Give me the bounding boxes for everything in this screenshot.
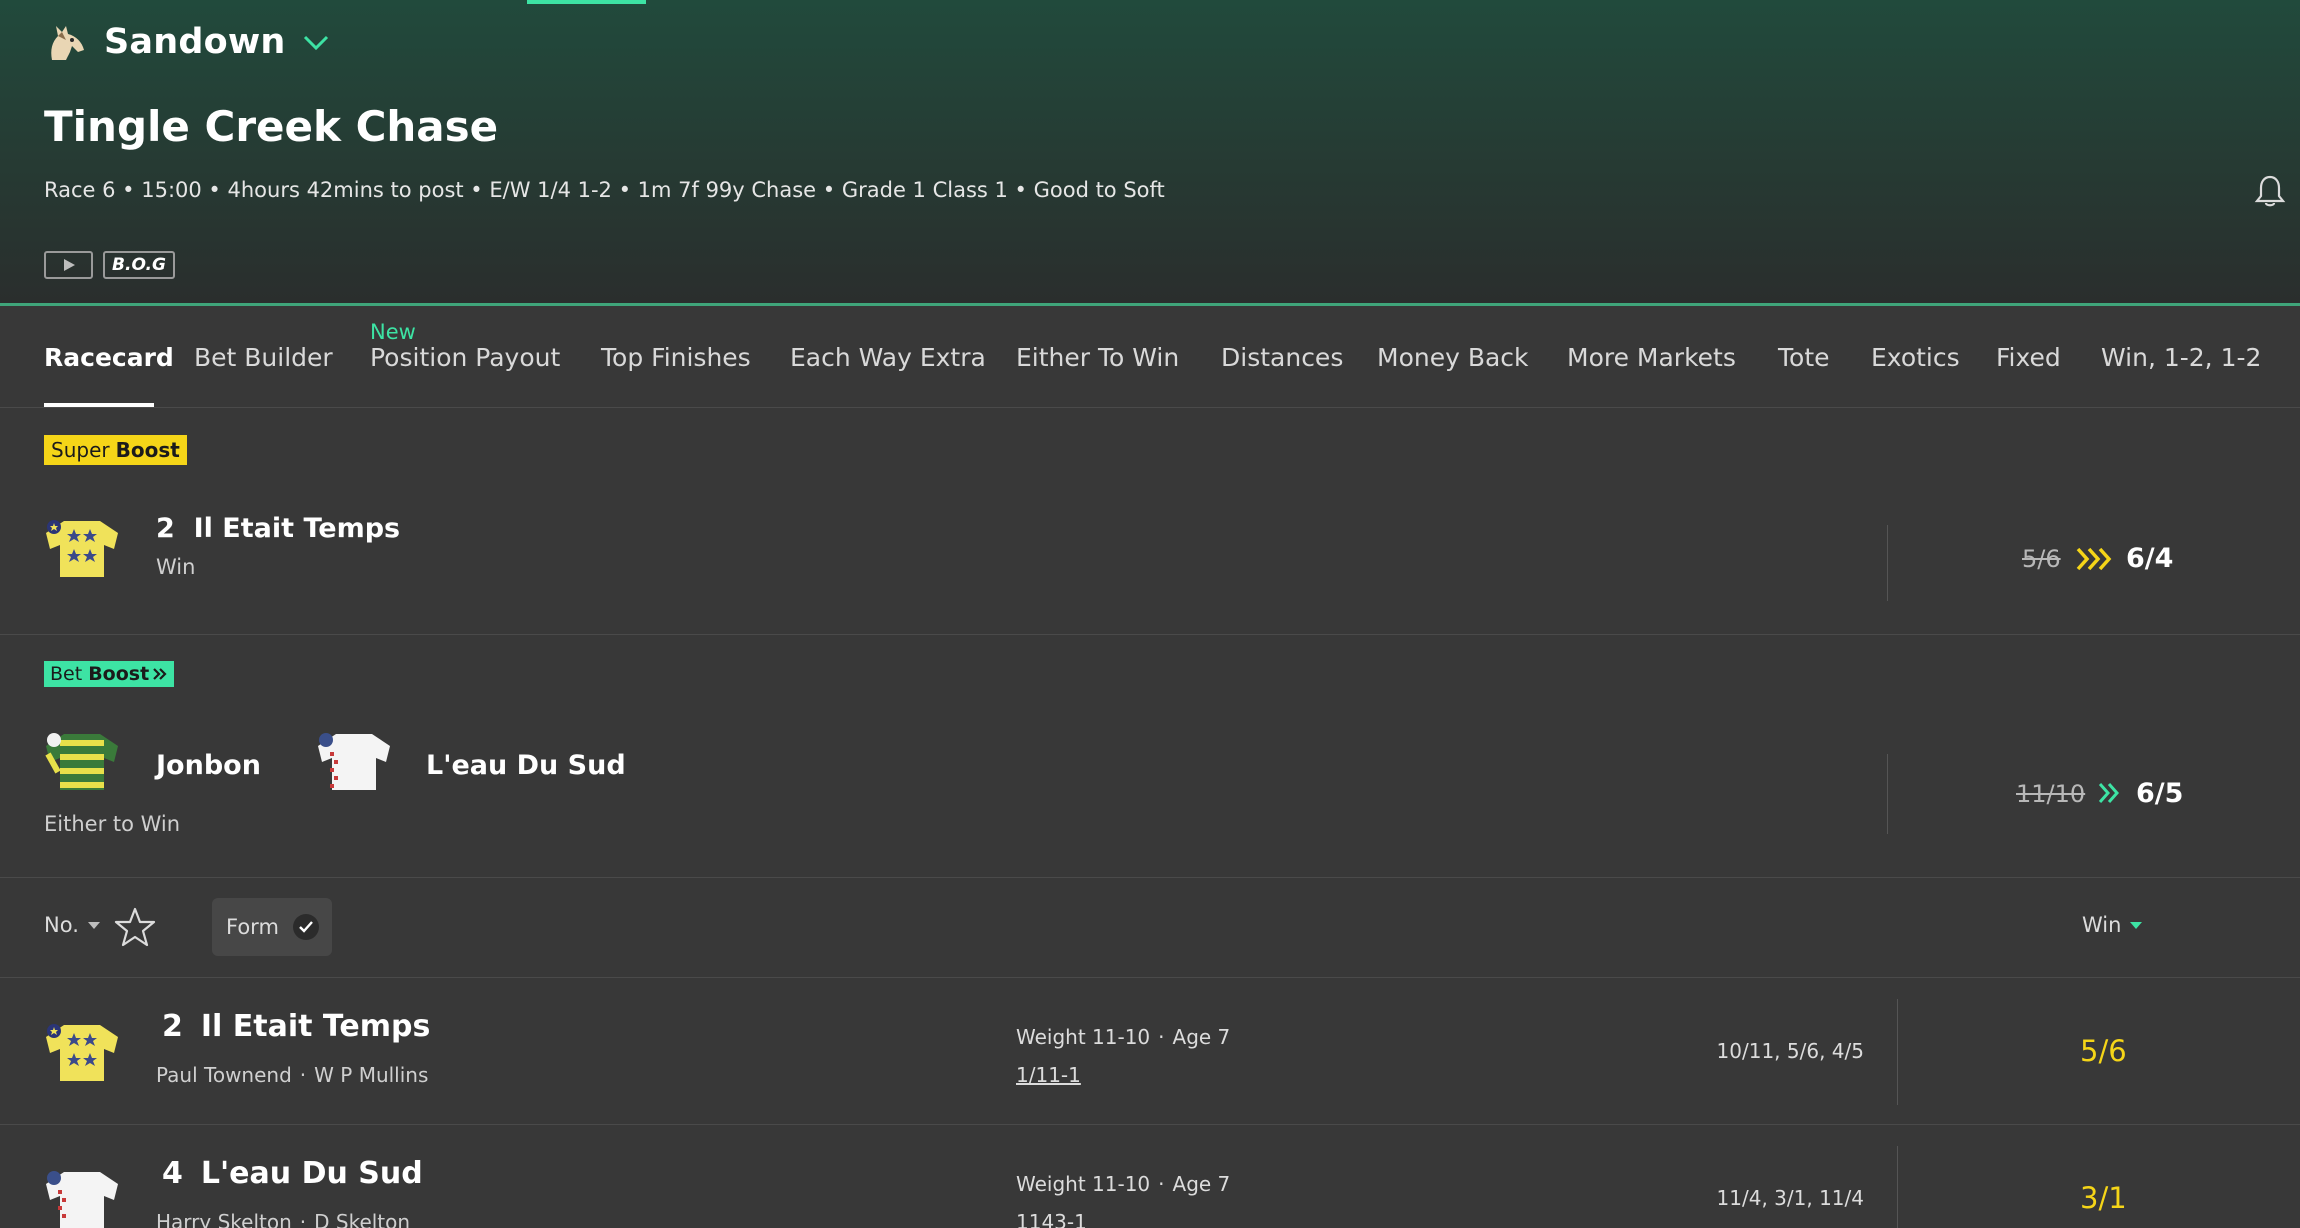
win-sort-dropdown[interactable]: Win <box>2082 913 2143 937</box>
boosted-odds[interactable]: 6/4 <box>2126 543 2173 574</box>
chevron-down-icon <box>303 35 328 51</box>
runner-name-text: Il Etait Temps <box>193 513 401 544</box>
boosted-odds[interactable]: 6/5 <box>2136 778 2183 809</box>
sort-label: No. <box>44 913 79 937</box>
tab-racecard[interactable]: Racecard <box>44 306 174 408</box>
weight-age: Weight 11-10 · Age 7 <box>1016 1172 1231 1196</box>
bet-label-text: Bet <box>50 663 83 685</box>
race-info: Race 6 • 15:00 • 4hours 42mins to post •… <box>44 178 1165 202</box>
runner-row[interactable]: 2 Il Etait Temps Paul Townend · W P Mullins… <box>0 979 2300 1125</box>
bog-badge: B.O.G <box>103 251 175 279</box>
double-chevron-icon <box>153 668 167 680</box>
top-indicator <box>527 0 646 4</box>
boost-label-text: Boost <box>115 438 180 462</box>
jockey-silk-icon <box>46 1171 118 1228</box>
form-figures[interactable]: 1/11-1 <box>1016 1063 1081 1087</box>
tab-position-payout[interactable]: Position Payout <box>370 306 560 408</box>
age: Age 7 <box>1172 1172 1231 1196</box>
tab-each-way-extra[interactable]: Each Way Extra <box>790 306 986 408</box>
form-label: Form <box>226 915 279 939</box>
old-odds: 5/6 <box>2022 545 2061 573</box>
live-stream-badge[interactable] <box>44 251 93 279</box>
win-odds-button[interactable]: 3/1 <box>2080 1181 2127 1215</box>
odds-divider <box>1887 525 1888 601</box>
super-boost-card[interactable]: Super Boost 2 Il Etait Temps Win 5/6 6/4 <box>0 409 2300 635</box>
jockey-silk-icon <box>45 733 118 790</box>
venue-selector[interactable]: Sandown <box>44 16 330 68</box>
jockey-name: Harry Skelton <box>156 1210 292 1228</box>
weight-age: Weight 11-10 · Age 7 <box>1016 1025 1231 1049</box>
bet-boost-arrows-icon <box>2098 783 2120 803</box>
super-boost-label: Super Boost <box>44 435 187 465</box>
win-odds-button[interactable]: 5/6 <box>2080 1034 2127 1068</box>
odds-history: 11/4, 3/1, 11/4 <box>1716 1186 1864 1210</box>
race-header: Sandown Tingle Creek Chase Race 6 • 15:0… <box>0 0 2300 306</box>
weight: Weight 11-10 <box>1016 1172 1151 1196</box>
check-icon <box>292 914 319 940</box>
tab-fixed[interactable]: Fixed <box>1996 306 2061 408</box>
runner-row[interactable]: 4 L'eau Du Sud Harry Skelton · D Skelton We… <box>0 1126 2300 1228</box>
jockey-silk-icon <box>46 520 118 577</box>
caret-down-icon <box>2130 922 2143 929</box>
tab-more-markets[interactable]: More Markets <box>1567 306 1736 408</box>
tab-tote[interactable]: Tote <box>1778 306 1830 408</box>
bet-boost-label: Bet Boost <box>44 661 175 687</box>
runner-number: 2 <box>162 1009 183 1044</box>
race-title: Tingle Creek Chase <box>44 102 499 151</box>
bell-icon[interactable] <box>2254 174 2286 208</box>
runner-a-name: Jonbon <box>156 750 261 781</box>
trainer-name: D Skelton <box>314 1210 411 1228</box>
win-label: Win <box>2082 913 2122 937</box>
jockey-silk-icon <box>318 733 390 790</box>
racecard-filters: No. Form Win <box>0 878 2300 978</box>
race-badges: B.O.G <box>44 251 175 279</box>
runner-name: 2 Il Etait Temps <box>156 513 400 544</box>
jockey-trainer: Paul Townend · W P Mullins <box>156 1063 429 1087</box>
runner-number: 4 <box>162 1156 183 1191</box>
tab-win-places[interactable]: Win, 1-2, 1-2 <box>2101 306 2261 408</box>
super-boost-arrows-icon <box>2076 547 2112 571</box>
tab-money-back[interactable]: Money Back <box>1377 306 1529 408</box>
odds-divider <box>1897 1146 1898 1228</box>
market-name: Win <box>156 555 196 579</box>
jockey-trainer: Harry Skelton · D Skelton <box>156 1210 410 1228</box>
venue-name: Sandown <box>104 22 286 62</box>
tab-bet-builder[interactable]: Bet Builder <box>194 306 333 408</box>
tab-distances[interactable]: Distances <box>1221 306 1343 408</box>
odds-history: 10/11, 5/6, 4/5 <box>1716 1039 1864 1063</box>
sort-by-number[interactable]: No. <box>44 913 101 937</box>
bet-boost-card[interactable]: Bet Boost Jonbon L'eau Du Sud Either to W… <box>0 636 2300 878</box>
tab-either-to-win[interactable]: Either To Win <box>1016 306 1179 408</box>
market-name: Either to Win <box>44 812 181 836</box>
runner-b-name: L'eau Du Sud <box>426 750 626 781</box>
age: Age 7 <box>1172 1025 1231 1049</box>
active-tab-underline <box>44 403 154 407</box>
market-tabs: Racecard Bet Builder New Position Payout… <box>0 306 2300 408</box>
trainer-name: W P Mullins <box>314 1063 429 1087</box>
form-toggle[interactable]: Form <box>212 898 332 956</box>
tab-exotics[interactable]: Exotics <box>1871 306 1960 408</box>
play-icon <box>63 259 75 271</box>
tab-top-finishes[interactable]: Top Finishes <box>601 306 751 408</box>
star-icon[interactable] <box>114 906 156 948</box>
boost-label-text: Boost <box>88 663 150 685</box>
odds-divider <box>1887 754 1888 834</box>
jockey-name: Paul Townend <box>156 1063 292 1087</box>
horse-head-icon <box>51 26 84 60</box>
super-label-text: Super <box>51 438 110 462</box>
odds-divider <box>1897 999 1898 1105</box>
runner-name[interactable]: 4 L'eau Du Sud <box>162 1156 423 1191</box>
runner-number: 2 <box>156 513 175 544</box>
jockey-silk-icon <box>46 1024 118 1081</box>
weight: Weight 11-10 <box>1016 1025 1151 1049</box>
runner-name-text: L'eau Du Sud <box>200 1156 423 1191</box>
old-odds: 11/10 <box>2016 780 2086 808</box>
form-figures[interactable]: 1143-1 <box>1016 1210 1087 1228</box>
runner-name-text: Il Etait Temps <box>200 1009 431 1044</box>
caret-down-icon <box>87 922 100 929</box>
runner-name[interactable]: 2 Il Etait Temps <box>162 1009 430 1044</box>
